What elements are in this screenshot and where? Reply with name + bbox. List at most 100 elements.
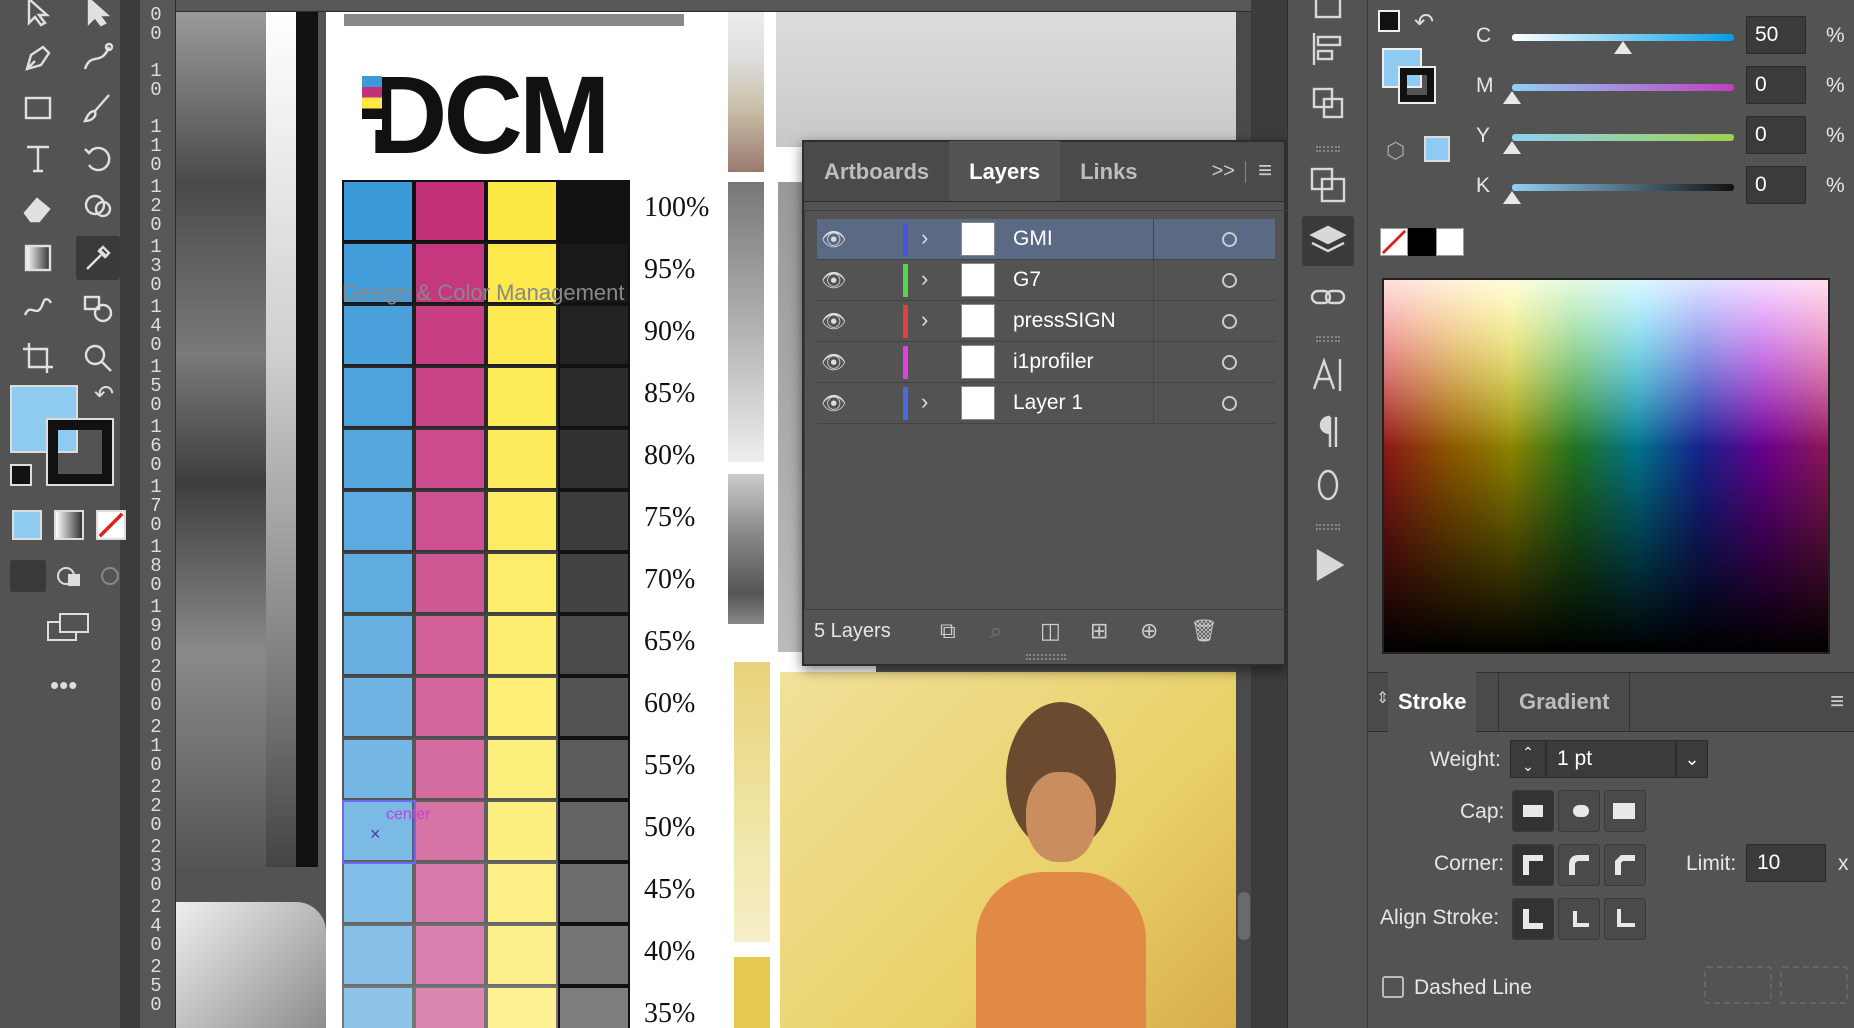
visibility-eye-icon[interactable]: 👁 [821,268,846,293]
artboard-icon[interactable] [16,336,60,380]
channel-value-input[interactable]: 50 [1746,16,1806,54]
layer-row[interactable]: 👁 i1profiler [817,342,1275,383]
scrollbar-thumb[interactable] [1238,892,1250,940]
layer-row[interactable]: 👁 › GMI [817,219,1275,260]
paintbrush-icon[interactable] [76,86,120,130]
swap-colors-icon[interactable]: ↶ [94,380,114,409]
slider-thumb[interactable] [1503,91,1521,104]
direct-selection-icon[interactable] [76,0,120,34]
channel-slider[interactable] [1512,134,1734,141]
layer-name[interactable]: G7 [1013,268,1041,292]
layer-name[interactable]: pressSIGN [1013,309,1116,333]
dock-grip[interactable] [1316,336,1340,342]
color-mode-icon[interactable] [12,510,42,540]
white-swatch[interactable] [1436,228,1464,256]
weight-input[interactable]: 1 pt [1546,740,1676,778]
visibility-eye-icon[interactable]: 👁 [821,391,846,416]
draw-inside-icon[interactable] [94,560,130,592]
weight-stepper[interactable]: ⌃ ⌄ [1510,740,1546,778]
new-sublayer-icon[interactable]: ⊞ [1090,618,1108,644]
target-circle-icon[interactable] [1222,273,1237,288]
more-tools-button[interactable]: ••• [50,670,77,701]
layer-name[interactable]: GMI [1013,227,1053,251]
actions-play-icon[interactable] [1302,540,1354,590]
layers-panel-icon[interactable] [1302,216,1354,266]
opentype-icon[interactable] [1302,460,1354,510]
dock-grip[interactable] [1316,524,1340,530]
weight-dropdown-icon[interactable]: ⌄ [1676,740,1708,778]
expand-chevron-icon[interactable]: › [921,389,928,415]
color-spectrum[interactable] [1382,278,1830,654]
collapse-panel-button[interactable]: >> [1202,160,1245,201]
character-icon[interactable] [1302,350,1354,400]
tab-stroke[interactable]: Stroke [1388,672,1477,732]
align-inside-stroke-icon[interactable] [1558,898,1600,940]
draw-behind-icon[interactable] [52,560,88,592]
pen-icon[interactable] [16,36,60,80]
align-outside-stroke-icon[interactable] [1604,898,1646,940]
panel-menu-icon[interactable]: ≡ [1246,157,1284,201]
eraser-icon[interactable] [16,186,60,230]
tab-artboards[interactable]: Artboards [804,141,949,201]
make-clipping-mask-icon[interactable]: ◫ [1040,618,1061,644]
gradient-icon[interactable] [16,236,60,280]
draw-normal-icon[interactable] [10,560,46,592]
visibility-eye-icon[interactable]: 👁 [821,227,846,252]
channel-value-input[interactable]: 0 [1746,66,1806,104]
bevel-join-icon[interactable] [1604,844,1646,886]
butt-cap-icon[interactable] [1512,790,1554,832]
expand-chevron-icon[interactable]: › [921,225,928,251]
none-swatch[interactable] [1380,228,1408,256]
live-paint-icon[interactable] [76,286,120,330]
layer-name[interactable]: Layer 1 [1013,391,1083,415]
align-center-stroke-icon[interactable] [1512,898,1554,940]
artboards-panel-icon[interactable] [1302,160,1354,210]
round-cap-icon[interactable] [1558,790,1600,832]
tab-gradient[interactable]: Gradient [1498,672,1631,732]
target-circle-icon[interactable] [1222,314,1237,329]
channel-slider[interactable] [1512,34,1734,41]
expand-chevron-icon[interactable]: › [921,266,928,292]
none-mode-icon[interactable] [96,510,126,540]
projecting-cap-icon[interactable] [1604,790,1646,832]
zoom-icon[interactable] [76,336,120,380]
pathfinder-icon[interactable] [1302,78,1354,128]
layer-row[interactable]: 👁 › pressSIGN [817,301,1275,342]
resize-grip[interactable] [1026,654,1066,660]
layer-row[interactable]: 👁 › G7 [817,260,1275,301]
slider-thumb[interactable] [1503,141,1521,154]
curvature-icon[interactable] [76,36,120,80]
limit-input[interactable]: 10 [1746,844,1826,882]
target-circle-icon[interactable] [1222,396,1237,411]
screen-mode-icon[interactable] [44,610,92,644]
tab-links[interactable]: Links [1060,141,1157,201]
target-circle-icon[interactable] [1222,355,1237,370]
tab-layers[interactable]: Layers [949,141,1061,201]
slider-thumb[interactable] [1614,41,1632,54]
warp-icon[interactable] [16,286,60,330]
rotate-icon[interactable] [76,136,120,180]
channel-value-input[interactable]: 0 [1746,166,1806,204]
align-icon[interactable] [1302,24,1354,74]
channel-value-input[interactable]: 0 [1746,116,1806,154]
layer-name[interactable]: i1profiler [1013,350,1094,374]
channel-slider[interactable] [1512,184,1734,191]
stroke-swatch[interactable] [46,418,114,486]
default-colors-icon[interactable] [10,464,32,486]
target-circle-icon[interactable] [1222,232,1237,247]
stroke-menu-icon[interactable]: ≡ [1830,688,1844,716]
gradient-mode-icon[interactable] [54,510,84,540]
round-join-icon[interactable] [1558,844,1600,886]
visibility-eye-icon[interactable]: 👁 [821,350,846,375]
paragraph-icon[interactable] [1302,406,1354,456]
miter-join-icon[interactable] [1512,844,1554,886]
trash-icon[interactable]: 🗑 [1190,618,1218,644]
layer-row[interactable]: 👁 › Layer 1 [817,383,1275,424]
eyedropper-icon[interactable] [76,236,120,280]
dashed-line-checkbox[interactable] [1382,976,1404,998]
expand-chevron-icon[interactable]: › [921,307,928,333]
selection-icon[interactable] [16,0,60,34]
new-layer-icon[interactable]: ⊕ [1140,618,1158,644]
rectangle-icon[interactable] [16,86,60,130]
locate-object-icon[interactable]: ⧉ [940,618,956,644]
